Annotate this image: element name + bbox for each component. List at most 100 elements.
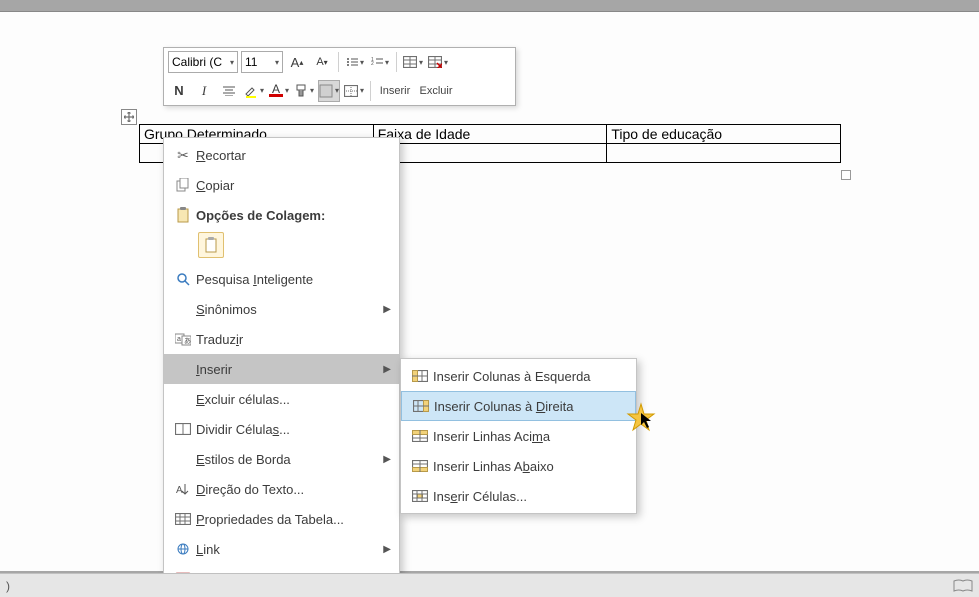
menu-header-paste-options: Opções de Colagem: xyxy=(164,200,399,230)
status-bar: ) xyxy=(0,573,979,597)
submenu-arrow-icon: ▶ xyxy=(383,454,391,465)
menu-label: Traduzir xyxy=(196,332,391,347)
mini-toolbar-row-2: N I A Inserir Excluir xyxy=(164,77,515,106)
font-name-combo[interactable]: Calibri (C▾ xyxy=(168,51,238,73)
menu-item-smart-lookup[interactable]: Pesquisa Inteligente xyxy=(164,264,399,294)
mini-toolbar-row-1: Calibri (C▾ 11 ▾ A▴ A▾ 12 xyxy=(164,48,515,77)
grid-icon xyxy=(403,56,417,68)
paste-keep-formatting-button[interactable] xyxy=(198,232,224,258)
menu-item-synonyms[interactable]: Sinônimos ▶ xyxy=(164,294,399,324)
menu-item-delete-cells[interactable]: Excluir células... xyxy=(164,384,399,414)
clipboard-icon xyxy=(170,207,196,223)
menu-item-cut[interactable]: ✂ Recortar xyxy=(164,140,399,170)
submenu-item-insert-cells[interactable]: Inserir Células... xyxy=(401,481,636,511)
delete-menu-button[interactable]: Excluir xyxy=(417,85,455,97)
borders-button[interactable] xyxy=(343,80,365,102)
insert-col-left-icon xyxy=(407,370,433,382)
menu-item-border-styles[interactable]: Estilos de Borda ▶ xyxy=(164,444,399,474)
menu-label: Opções de Colagem: xyxy=(196,208,391,223)
menu-label: Recortar xyxy=(196,148,391,163)
split-cells-icon xyxy=(170,423,196,435)
read-mode-icon xyxy=(953,579,973,593)
insert-row-below-icon xyxy=(407,460,433,472)
translate-icon: aあ xyxy=(170,332,196,346)
insert-cells-icon xyxy=(407,490,433,502)
font-color-button[interactable]: A xyxy=(268,80,290,102)
menu-item-insert[interactable]: Inserir ▶ xyxy=(164,354,399,384)
separator xyxy=(370,81,371,101)
separator xyxy=(338,52,339,72)
italic-button[interactable]: I xyxy=(193,80,215,102)
menu-label: Propriedades da Tabela... xyxy=(196,512,391,527)
menu-item-link[interactable]: Link ▶ xyxy=(164,534,399,564)
font-size-value: 11 xyxy=(245,55,257,69)
shrink-font-button[interactable]: A▾ xyxy=(311,51,333,73)
submenu-item-rows-below[interactable]: Inserir Linhas Abaixo xyxy=(401,451,636,481)
move-icon xyxy=(124,112,134,122)
svg-text:あ: あ xyxy=(184,337,191,345)
numbering-button[interactable]: 12 xyxy=(369,51,391,73)
table-resize-handle[interactable] xyxy=(841,170,851,180)
table-delete-button[interactable] xyxy=(427,51,449,73)
menu-label: Dividir Células... xyxy=(196,422,391,437)
format-painter-button[interactable] xyxy=(293,80,315,102)
menu-label: Inserir Células... xyxy=(433,489,628,504)
mini-toolbar: Calibri (C▾ 11▾ A▴ A▾ 12 N I A Inserir E… xyxy=(163,47,516,106)
table-cell[interactable]: Faixa de Idade xyxy=(373,125,607,144)
submenu-arrow-icon: ▶ xyxy=(383,304,391,315)
bold-button[interactable]: N xyxy=(168,80,190,102)
document-page: Grupo Determinado Faixa de Idade Tipo de… xyxy=(0,11,979,571)
submenu-item-columns-right[interactable]: Inserir Colunas à Direita xyxy=(401,391,636,421)
bucket-icon xyxy=(319,84,333,98)
align-center-button[interactable] xyxy=(218,80,240,102)
submenu-arrow-icon: ▶ xyxy=(383,364,391,375)
paste-options-row xyxy=(164,230,399,264)
table-cell[interactable]: Tipo de educação xyxy=(607,125,841,144)
menu-label: Link xyxy=(196,542,383,557)
table-cell[interactable] xyxy=(607,144,841,163)
bullets-button[interactable] xyxy=(344,51,366,73)
menu-item-translate[interactable]: aあ Traduzir xyxy=(164,324,399,354)
grow-font-button[interactable]: A▴ xyxy=(286,51,308,73)
svg-text:2: 2 xyxy=(371,61,374,67)
font-size-combo[interactable]: 11 ▾ xyxy=(241,51,283,73)
search-icon xyxy=(170,272,196,286)
insert-col-right-icon xyxy=(408,400,434,412)
menu-item-text-direction[interactable]: A Direção do Texto... xyxy=(164,474,399,504)
svg-text:a: a xyxy=(177,336,181,343)
table-move-handle[interactable] xyxy=(121,109,137,125)
insert-menu-button[interactable]: Inserir xyxy=(376,85,414,97)
chevron-down-icon: ▾ xyxy=(230,58,234,67)
align-icon xyxy=(223,86,235,96)
insert-label: Inserir xyxy=(380,85,411,97)
context-menu: ✂ Recortar Copiar Opções de Colagem: Pes… xyxy=(163,137,400,597)
insert-row-above-icon xyxy=(407,430,433,442)
view-controls[interactable] xyxy=(953,579,973,593)
highlight-button[interactable] xyxy=(243,80,265,102)
menu-label: Inserir Linhas Abaixo xyxy=(433,459,628,474)
copy-icon xyxy=(170,178,196,192)
numbering-icon: 12 xyxy=(371,57,383,67)
submenu-item-rows-above[interactable]: Inserir Linhas Acima xyxy=(401,421,636,451)
link-icon xyxy=(170,542,196,556)
chevron-down-icon: ▾ xyxy=(275,58,279,67)
submenu-item-columns-left[interactable]: Inserir Colunas à Esquerda xyxy=(401,361,636,391)
menu-label: Copiar xyxy=(196,178,391,193)
menu-item-copy[interactable]: Copiar xyxy=(164,170,399,200)
menu-label: Inserir Linhas Acima xyxy=(433,429,628,444)
grid-delete-icon xyxy=(428,56,442,68)
insert-submenu: Inserir Colunas à Esquerda Inserir Colun… xyxy=(400,358,637,514)
table-cell[interactable] xyxy=(373,144,607,163)
shading-button[interactable] xyxy=(318,80,340,102)
menu-label: Direção do Texto... xyxy=(196,482,391,497)
status-left: ) xyxy=(6,579,10,593)
separator xyxy=(396,52,397,72)
menu-item-split-cells[interactable]: Dividir Células... xyxy=(164,414,399,444)
menu-item-table-properties[interactable]: Propriedades da Tabela... xyxy=(164,504,399,534)
text-direction-icon: A xyxy=(170,482,196,496)
menu-label: Inserir Colunas à Esquerda xyxy=(433,369,628,384)
brush-icon xyxy=(294,84,308,98)
table-properties-icon xyxy=(170,513,196,525)
menu-label: Pesquisa Inteligente xyxy=(196,272,391,287)
table-grid-button[interactable] xyxy=(402,51,424,73)
